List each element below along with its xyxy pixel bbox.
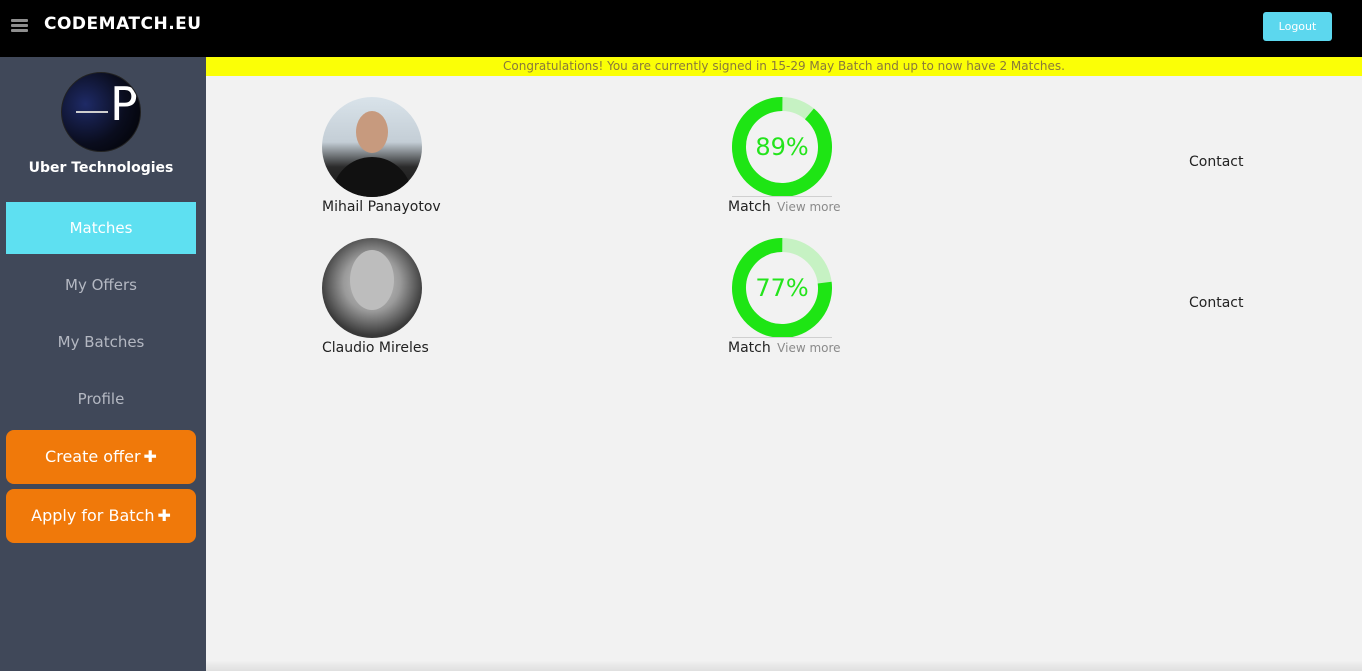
logo-letter: P xyxy=(110,77,138,131)
avatar[interactable] xyxy=(322,97,422,197)
logo-line xyxy=(76,111,108,113)
create-offer-button[interactable]: Create offer ✚ xyxy=(6,430,196,484)
plus-icon: ✚ xyxy=(157,506,171,525)
contact-link[interactable]: Contact xyxy=(1189,154,1243,170)
match-row: Mihail Panayotov 89% Match View more Con… xyxy=(206,97,1362,227)
person-name[interactable]: Claudio Mireles xyxy=(322,340,429,356)
match-percent: 89% xyxy=(755,133,809,161)
gauge-divider xyxy=(732,196,832,197)
avatar-face xyxy=(350,250,394,310)
nav-profile[interactable]: Profile xyxy=(6,373,196,425)
logout-button[interactable]: Logout xyxy=(1263,12,1332,41)
match-percent: 77% xyxy=(755,274,809,302)
match-gauge: 89% xyxy=(732,97,832,197)
plus-icon: ✚ xyxy=(143,447,157,466)
avatar-face xyxy=(356,111,388,153)
avatar[interactable] xyxy=(322,238,422,338)
view-more-link[interactable]: View more xyxy=(777,200,840,214)
match-text: Match xyxy=(728,199,771,215)
contact-link[interactable]: Contact xyxy=(1189,295,1243,311)
match-label: Match View more xyxy=(728,340,841,356)
company-name: Uber Technologies xyxy=(28,160,174,176)
match-text: Match xyxy=(728,340,771,356)
gauge-divider xyxy=(732,337,832,338)
bottom-shadow xyxy=(206,660,1362,671)
create-offer-label: Create offer xyxy=(45,447,141,466)
brand-title: CODEMATCH.EU xyxy=(44,14,202,34)
nav-matches[interactable]: Matches xyxy=(6,202,196,254)
top-bar: CODEMATCH.EU Logout xyxy=(0,0,1362,57)
apply-batch-label: Apply for Batch xyxy=(31,506,155,525)
person-name[interactable]: Mihail Panayotov xyxy=(322,199,441,215)
notice-banner: Congratulations! You are currently signe… xyxy=(206,57,1362,76)
menu-icon[interactable] xyxy=(11,19,28,33)
match-label: Match View more xyxy=(728,199,841,215)
avatar-shirt xyxy=(332,157,412,197)
nav-my-offers[interactable]: My Offers xyxy=(6,259,196,311)
match-row: Claudio Mireles 77% Match View more Cont… xyxy=(206,238,1362,368)
sidebar: P Uber Technologies Matches My Offers My… xyxy=(0,57,206,671)
nav-my-batches[interactable]: My Batches xyxy=(6,316,196,368)
match-gauge: 77% xyxy=(732,238,832,338)
company-logo: P xyxy=(61,72,141,152)
view-more-link[interactable]: View more xyxy=(777,341,840,355)
apply-batch-button[interactable]: Apply for Batch ✚ xyxy=(6,489,196,543)
